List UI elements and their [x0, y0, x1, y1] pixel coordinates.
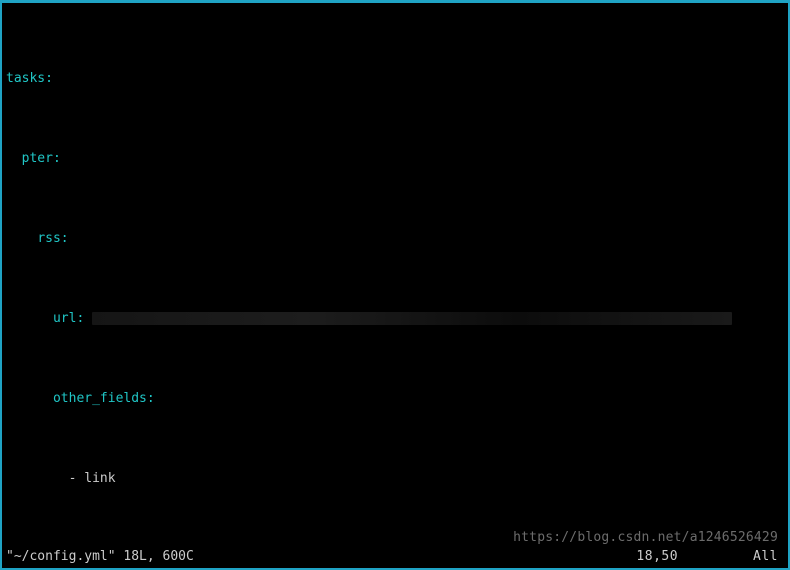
status-cursor-pos: 18,50 [636, 549, 678, 564]
status-right: 18,50 All [636, 549, 778, 565]
redacted-value-icon [92, 312, 732, 325]
status-filename: "~/config.yml" 18L, 600C [6, 549, 194, 565]
yaml-line: tasks: [6, 71, 784, 87]
terminal-window: tasks: pter: rss: url: other_fields: - l… [0, 0, 790, 570]
status-scroll: All [753, 549, 778, 564]
watermark-text: https://blog.csdn.net/a1246526429 [513, 530, 778, 546]
yaml-line: - link [6, 471, 784, 487]
yaml-value: link [84, 471, 115, 486]
vim-statusbar: "~/config.yml" 18L, 600C 18,50 All [6, 549, 784, 565]
yaml-line: other_fields: [6, 391, 784, 407]
yaml-key: tasks [6, 71, 45, 86]
yaml-key: pter [22, 151, 53, 166]
yaml-line: rss: [6, 231, 784, 247]
yaml-key: url [53, 311, 76, 326]
yaml-line: pter: [6, 151, 784, 167]
yaml-key: rss [37, 231, 60, 246]
yaml-line: url: [6, 311, 784, 327]
vim-editor[interactable]: tasks: pter: rss: url: other_fields: - l… [6, 7, 784, 548]
yaml-key: other_fields [53, 391, 147, 406]
